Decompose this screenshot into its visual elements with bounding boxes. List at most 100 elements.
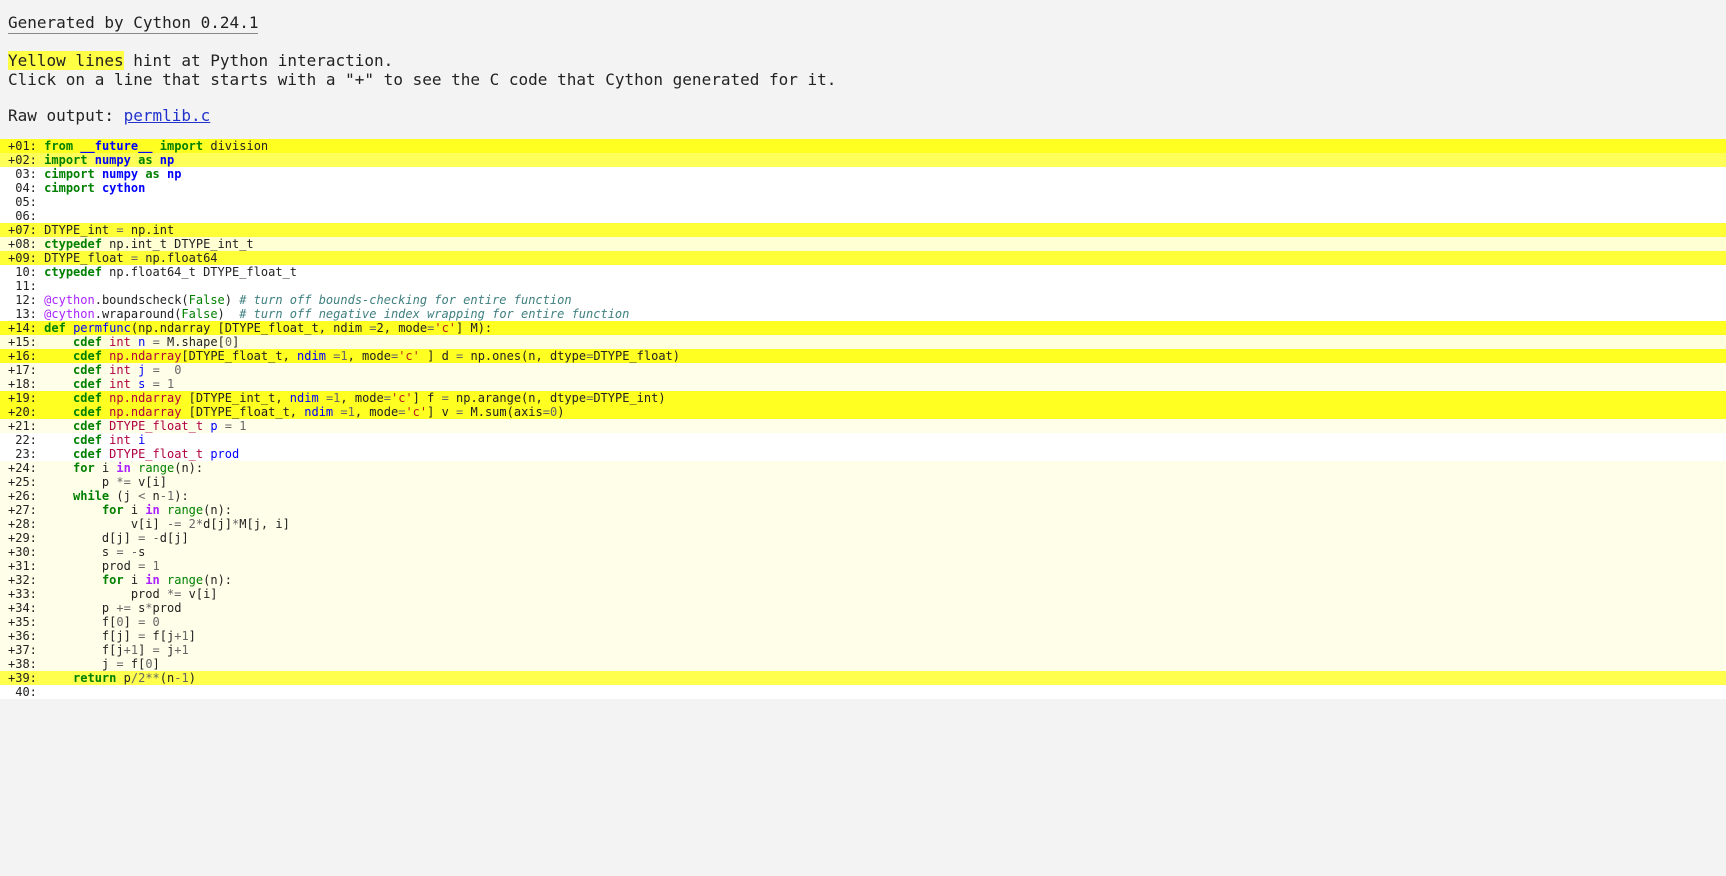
line-number: +28: <box>8 517 37 531</box>
line-number: +27: <box>8 503 37 517</box>
code-line[interactable]: +25: p *= v[i] <box>0 475 1726 489</box>
code-line[interactable]: +20: cdef np.ndarray [DTYPE_float_t, ndi… <box>0 405 1726 419</box>
raw-output-label: Raw output: <box>8 106 124 125</box>
code-token: cdef <box>73 433 102 447</box>
code-token: = <box>152 363 160 377</box>
code-line[interactable]: +19: cdef np.ndarray [DTYPE_int_t, ndim … <box>0 391 1726 405</box>
code-token: DTYPE_float_t <box>109 447 204 461</box>
raw-output-link[interactable]: permlib.c <box>124 106 211 125</box>
code-line[interactable]: +39: return p/2**(n-1) <box>0 671 1726 685</box>
code-line[interactable]: +14: def permfunc(np.ndarray [DTYPE_floa… <box>0 321 1726 335</box>
code-token: ] f <box>412 391 442 405</box>
line-number: +30: <box>8 545 37 559</box>
code-token: range <box>138 461 175 475</box>
code-line[interactable]: +15: cdef int n = M.shape[0] <box>0 335 1726 349</box>
code-line: 04: cimport cython <box>0 181 1726 195</box>
code-token: in <box>145 503 160 517</box>
code-line: 10: ctypedef np.float64_t DTYPE_float_t <box>0 265 1726 279</box>
code-line[interactable]: +35: f[0] = 0 <box>0 615 1726 629</box>
code-token: prod <box>152 601 182 615</box>
code-line[interactable]: +36: f[j] = f[j+1] <box>0 629 1726 643</box>
code-line[interactable]: +18: cdef int s = 1 <box>0 377 1726 391</box>
code-token: ] M): <box>456 321 493 335</box>
code-line: 12: @cython.boundscheck(False) # turn of… <box>0 293 1726 307</box>
code-token: =1 <box>340 405 355 419</box>
code-token: , mode <box>354 405 399 419</box>
code-line[interactable]: +07: DTYPE_int = np.int <box>0 223 1726 237</box>
code-line[interactable]: +16: cdef np.ndarray[DTYPE_float_t, ndim… <box>0 349 1726 363</box>
code-line[interactable]: +09: DTYPE_float = np.float64 <box>0 251 1726 265</box>
code-token: d[j] <box>203 517 233 531</box>
code-token: ): <box>174 489 189 503</box>
code-token: cdef <box>73 419 102 433</box>
code-token: cdef <box>73 363 102 377</box>
code-token: DTYPE_int) <box>593 391 666 405</box>
code-line[interactable]: +26: while (j < n-1): <box>0 489 1726 503</box>
code-token: d[j] <box>36 531 139 545</box>
code-line[interactable]: +29: d[j] = -d[j] <box>0 531 1726 545</box>
hint-line-2: Click on a line that starts with a "+" t… <box>8 70 837 89</box>
line-number: +25: <box>8 475 37 489</box>
code-token: ] <box>123 615 139 629</box>
code-token: f[ <box>36 615 117 629</box>
code-token: f[j <box>36 643 124 657</box>
line-number: +21: <box>8 419 37 433</box>
line-number: +15: <box>8 335 37 349</box>
code-token: j <box>159 643 175 657</box>
code-line[interactable]: +08: ctypedef np.int_t DTYPE_int_t <box>0 237 1726 251</box>
code-token: v[i] <box>36 517 167 531</box>
line-number: 06: <box>8 209 37 223</box>
code-token: + <box>123 643 131 657</box>
code-token: - <box>152 531 160 545</box>
code-token: / <box>130 671 139 685</box>
code-line[interactable]: +21: cdef DTYPE_float_t p = 1 <box>0 419 1726 433</box>
code-token: = <box>152 643 160 657</box>
code-line[interactable]: +32: for i in range(n): <box>0 573 1726 587</box>
code-token: = <box>130 251 139 265</box>
code-line[interactable]: +02: import numpy as np <box>0 153 1726 167</box>
line-number: 22: <box>8 433 37 447</box>
code-token: import <box>44 153 88 167</box>
code-token: += <box>116 601 131 615</box>
code-token: (n): <box>203 503 233 517</box>
line-number: +09: <box>8 251 37 265</box>
code-line[interactable]: +17: cdef int j = 0 <box>0 363 1726 377</box>
code-line[interactable]: +34: p += s*prod <box>0 601 1726 615</box>
code-line[interactable]: +28: v[i] -= 2*d[j]*M[j, i] <box>0 517 1726 531</box>
hint-line-1: Yellow lines hint at Python interaction. <box>8 51 836 70</box>
code-line: 11: <box>0 279 1726 293</box>
code-token: 'c' <box>398 349 420 363</box>
code-line[interactable]: +33: prod *= v[i] <box>0 587 1726 601</box>
code-token: ndim <box>297 349 326 363</box>
code-token: [DTYPE_int_t, <box>181 391 290 405</box>
code-line[interactable]: +37: f[j+1] = j+1 <box>0 643 1726 657</box>
code-token: ** <box>145 671 160 685</box>
code-token: ) <box>188 671 196 685</box>
code-token: 1 <box>181 629 189 643</box>
code-token: division <box>203 139 269 153</box>
hint-text: hint at Python interaction. <box>123 51 394 70</box>
code-token: cython <box>101 181 146 195</box>
code-line[interactable]: +30: s = -s <box>0 545 1726 559</box>
code-line[interactable]: +31: prod = 1 <box>0 559 1726 573</box>
code-token: DTYPE_int <box>36 223 117 237</box>
line-number: 13: <box>8 307 37 321</box>
code-token: @cython <box>44 293 95 307</box>
code-token: = <box>369 321 377 335</box>
code-line[interactable]: +01: from __future__ import division <box>0 139 1726 153</box>
code-token: while <box>73 489 110 503</box>
code-line[interactable]: +38: j = f[0] <box>0 657 1726 671</box>
code-line[interactable]: +24: for i in range(n): <box>0 461 1726 475</box>
code-token: ) <box>224 293 240 307</box>
code-token: i <box>94 461 117 475</box>
code-line[interactable]: +27: for i in range(n): <box>0 503 1726 517</box>
line-number: +02: <box>8 153 37 167</box>
